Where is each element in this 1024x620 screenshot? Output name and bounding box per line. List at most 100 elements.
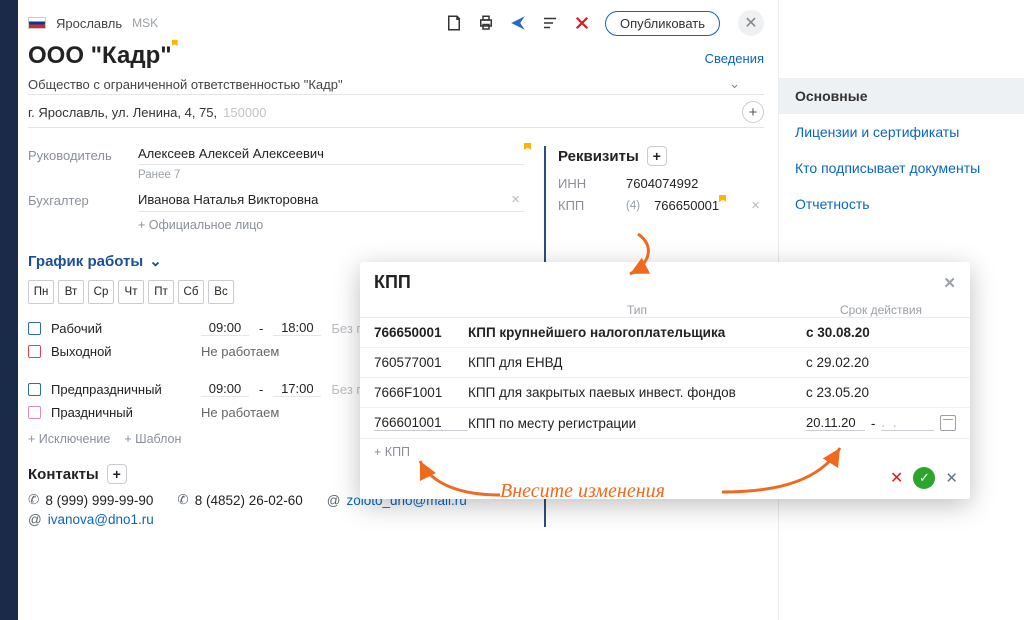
weekday-Вт[interactable]: Вт: [58, 280, 84, 304]
add-official-button[interactable]: Официальное лицо: [138, 218, 524, 232]
head-label: Руководитель: [28, 146, 128, 163]
add-exception-button[interactable]: Исключение: [28, 432, 110, 446]
schedule-checkbox[interactable]: [28, 383, 41, 396]
print-icon[interactable]: [477, 14, 495, 32]
time-from-input[interactable]: 09:00: [201, 320, 249, 336]
send-icon[interactable]: [509, 14, 527, 32]
time-to-input[interactable]: 17:00: [273, 381, 321, 397]
info-link[interactable]: Сведения: [705, 51, 764, 66]
kpp-label: КПП: [558, 198, 618, 213]
contact-item[interactable]: ✆ 8 (999) 999-99-90: [28, 492, 153, 508]
kpp-type: КПП для ЕНВД: [468, 355, 806, 370]
kpp-type: КПП для закрытых паевых инвест. фондов: [468, 385, 806, 400]
head-previous-hint[interactable]: Ранее 7: [138, 169, 524, 181]
company-title: ООО "Кадр": [28, 42, 172, 70]
schedule-checkbox[interactable]: [28, 406, 41, 419]
accountant-name[interactable]: Иванова Наталья Викторовна: [138, 192, 507, 207]
kpp-code: 7666F1001: [374, 385, 468, 400]
schedule-label: Рабочий: [51, 321, 191, 336]
contacts-title: Контакты: [28, 466, 99, 483]
weekday-Вс[interactable]: Вс: [208, 280, 234, 304]
kpp-col-type: Тип: [468, 303, 806, 317]
time-from-input[interactable]: 09:00: [201, 381, 249, 397]
schedule-label: Предпраздничный: [51, 382, 191, 397]
close-panel-icon[interactable]: ✕: [738, 10, 764, 36]
rightnav-item[interactable]: Основные: [779, 78, 1024, 114]
kpp-close-icon[interactable]: ✕: [945, 469, 958, 487]
schedule-checkbox[interactable]: [28, 345, 41, 358]
calendar-icon[interactable]: [940, 415, 956, 431]
kpp-date-to-input[interactable]: . .: [881, 415, 934, 431]
timezone-label: MSK: [132, 16, 158, 30]
kpp-count: (4): [626, 200, 640, 212]
kpp-term: с 23.05.20: [806, 385, 956, 400]
add-address-button[interactable]: +: [742, 101, 764, 123]
inn-value: 7604074992: [626, 176, 698, 191]
contact-text: 8 (999) 999-99-90: [45, 493, 153, 508]
contact-item[interactable]: @ ivanova@dno1.ru: [28, 512, 154, 527]
schedule-checkbox[interactable]: [28, 322, 41, 335]
rightnav-item[interactable]: Кто подписывает документы: [779, 150, 1024, 186]
head-name[interactable]: Алексеев Алексей Алексеевич: [138, 146, 524, 161]
kpp-type: КПП крупнейшего налогоплательщика: [468, 325, 806, 340]
delete-icon[interactable]: [573, 14, 591, 32]
contact-item[interactable]: ✆ 8 (4852) 26-02-60: [177, 492, 302, 508]
phone-icon: ✆: [28, 492, 39, 508]
city-label[interactable]: Ярославль: [56, 16, 122, 31]
kpp-row[interactable]: 7666F1001КПП для закрытых паевых инвест.…: [360, 378, 970, 408]
kpp-date-from-input[interactable]: 20.11.20: [806, 415, 865, 431]
kpp-row[interactable]: 766650001КПП крупнейшего налогоплательщи…: [360, 318, 970, 348]
weekday-Ср[interactable]: Ср: [88, 280, 114, 304]
rightnav-item[interactable]: Отчетность: [779, 186, 1024, 222]
app-left-rail: [0, 0, 18, 620]
schedule-nowork: Не работаем: [201, 344, 279, 359]
contact-text: ivanova@dno1.ru: [48, 512, 154, 527]
accountant-label: Бухгалтер: [28, 191, 128, 208]
email-icon: @: [327, 493, 341, 508]
requisites-title: Реквизиты: [558, 148, 639, 165]
schedule-title: График работы: [28, 253, 143, 270]
kpp-row[interactable]: 760577001КПП для ЕНВДс 29.02.20: [360, 348, 970, 378]
kpp-edit-code[interactable]: 766601001: [374, 415, 468, 431]
add-kpp-button[interactable]: КПП: [360, 439, 970, 465]
address-text[interactable]: г. Ярославль, ул. Ленина, 4, 75,: [28, 105, 217, 120]
clear-accountant-icon[interactable]: ×: [507, 191, 524, 208]
expand-chevron-icon[interactable]: ⌄: [725, 76, 744, 92]
kpp-term: с 30.08.20: [806, 325, 956, 340]
weekday-Чт[interactable]: Чт: [118, 280, 144, 304]
kpp-cancel-icon[interactable]: ✕: [890, 468, 903, 488]
weekday-Пн[interactable]: Пн: [28, 280, 54, 304]
kpp-edit-row: 766601001 КПП по месту регистрации 20.11…: [360, 408, 970, 439]
add-template-button[interactable]: Шаблон: [124, 432, 181, 446]
kpp-confirm-button[interactable]: ✓: [913, 467, 935, 489]
schedule-label: Выходной: [51, 344, 191, 359]
kpp-popup-title: КПП: [374, 272, 411, 293]
time-to-input[interactable]: 18:00: [273, 320, 321, 336]
add-contact-button[interactable]: +: [107, 464, 127, 484]
zip-placeholder[interactable]: 150000: [223, 105, 266, 120]
kpp-popup: КПП ✕ Тип Срок действия 766650001КПП кру…: [360, 262, 970, 499]
clear-kpp-icon[interactable]: ×: [747, 197, 764, 214]
flag-ru-icon: [28, 17, 46, 29]
schedule-nowork: Не работаем: [201, 405, 279, 420]
kpp-col-term: Срок действия: [806, 303, 956, 317]
kpp-popup-close-icon[interactable]: ✕: [943, 274, 956, 292]
company-fullname[interactable]: Общество с ограниченной ответственностью…: [28, 77, 715, 92]
contact-text: 8 (4852) 26-02-60: [195, 493, 303, 508]
top-bar: Ярославль MSK Опубликовать ✕: [28, 10, 778, 36]
weekday-Сб[interactable]: Сб: [178, 280, 204, 304]
kpp-edit-type[interactable]: КПП по месту регистрации: [468, 416, 806, 431]
rightnav-item[interactable]: Лицензии и сертификаты: [779, 114, 1024, 150]
list-icon[interactable]: [541, 14, 559, 32]
note-icon[interactable]: [445, 14, 463, 32]
kpp-code: 760577001: [374, 355, 468, 370]
add-requisite-button[interactable]: +: [647, 146, 667, 166]
kpp-main-value[interactable]: 766650001: [654, 198, 719, 213]
weekday-Пт[interactable]: Пт: [148, 280, 174, 304]
chevron-down-icon: ⌄: [149, 252, 162, 270]
publish-button[interactable]: Опубликовать: [605, 11, 720, 36]
schedule-label: Праздничный: [51, 405, 191, 420]
email-icon: @: [28, 512, 42, 527]
kpp-code: 766650001: [374, 325, 468, 340]
phone-icon: ✆: [177, 492, 188, 508]
